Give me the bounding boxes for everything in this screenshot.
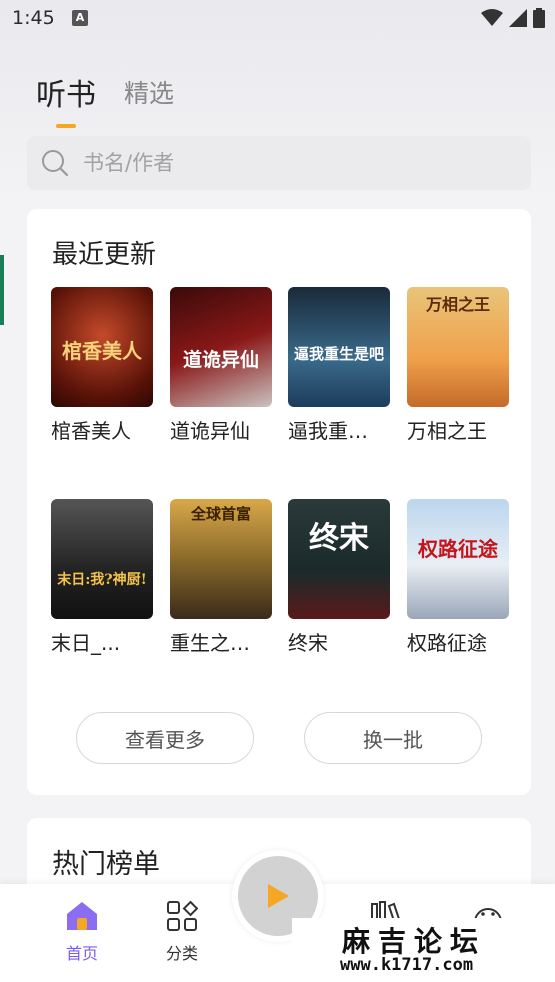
wifi-icon (481, 9, 503, 26)
status-icons (481, 8, 545, 28)
search-bar[interactable] (27, 136, 531, 190)
book-item[interactable]: 权路征途 权路征途 (407, 499, 509, 656)
book-cover[interactable]: 终宋 (288, 499, 390, 619)
watermark-name: 麻吉论坛 (342, 925, 487, 958)
cover-title-text: 万相之王 (425, 295, 490, 314)
cover-title-text: 逼我重生是吧 (293, 345, 384, 363)
book-title: 重生之… (170, 631, 250, 655)
book-item[interactable]: 逼我重生是吧 逼我重… (288, 287, 390, 444)
cover-title-text: 道诡异仙 (182, 349, 259, 371)
nav-category[interactable]: 分类 (152, 900, 212, 964)
nav-category-label: 分类 (165, 944, 198, 963)
cover-title-text: 权路征途 (418, 537, 498, 561)
nav-home[interactable]: 首页 (52, 900, 112, 964)
play-icon (268, 884, 289, 908)
recent-updates-card: 最近更新 棺香美人 棺香美人 道诡异仙 道诡异仙 逼我重生是吧 逼我重… 万相之… (27, 209, 531, 795)
signal-icon (509, 9, 527, 27)
book-title: 万相之王 (407, 419, 487, 443)
book-cover[interactable]: 逼我重生是吧 (288, 287, 390, 407)
cover-title-text: 终宋 (309, 521, 369, 556)
side-accent (0, 255, 4, 325)
status-time: 1:45 (12, 7, 55, 29)
book-item[interactable]: 全球首富 重生之… (170, 499, 272, 656)
book-cover[interactable]: 万相之王 (407, 287, 509, 407)
book-title: 道诡异仙 (170, 419, 250, 443)
cover-title-text: 棺香美人 (62, 339, 142, 363)
search-input[interactable] (83, 151, 483, 175)
home-icon (67, 902, 97, 930)
book-item[interactable]: 棺香美人 棺香美人 (51, 287, 153, 444)
cover-title-text: 末日:我?神厨! (57, 572, 147, 588)
book-title: 终宋 (288, 631, 328, 655)
book-cover[interactable]: 末日:我?神厨! (51, 499, 153, 619)
book-cover[interactable]: 棺香美人 (51, 287, 153, 407)
book-title: 棺香美人 (51, 419, 131, 443)
nav-home-label: 首页 (65, 944, 98, 963)
category-grid-icon (167, 900, 199, 931)
watermark-url: www.k1717.com (340, 955, 474, 975)
battery-icon (533, 8, 545, 28)
cover-title-text: 全球首富 (190, 505, 251, 523)
book-item[interactable]: 道诡异仙 道诡异仙 (170, 287, 272, 444)
book-cover[interactable]: 道诡异仙 (170, 287, 272, 407)
notification-icon: A (72, 10, 88, 26)
tab-listen-label: 听书 (36, 78, 96, 113)
header-tabs: 听书 精选 (36, 70, 174, 128)
book-item[interactable]: 末日:我?神厨! 末日_... (51, 499, 153, 656)
tab-featured-label: 精选 (124, 79, 175, 108)
tab-featured[interactable]: 精选 (124, 74, 174, 122)
book-cover[interactable]: 全球首富 (170, 499, 272, 619)
tab-listen[interactable]: 听书 (36, 70, 96, 128)
watermark: 麻吉论坛 www.k1717.com (292, 918, 555, 982)
book-item[interactable]: 万相之王 万相之王 (407, 287, 509, 444)
book-item[interactable]: 终宋 终宋 (288, 499, 390, 656)
recent-updates-title: 最近更新 (52, 240, 157, 270)
book-title: 权路征途 (407, 631, 487, 655)
tab-active-indicator (56, 124, 76, 128)
hot-list-title: 热门榜单 (52, 849, 160, 880)
refresh-batch-button[interactable]: 换一批 (304, 712, 482, 764)
app-screen: 1:45 A 听书 精选 最近更新 棺香美人 棺香美 (0, 0, 555, 982)
status-bar: 1:45 A (0, 0, 555, 38)
book-cover[interactable]: 权路征途 (407, 499, 509, 619)
view-more-button[interactable]: 查看更多 (76, 712, 254, 764)
search-icon (42, 150, 69, 177)
book-title: 末日_... (51, 631, 121, 655)
book-title: 逼我重… (288, 419, 368, 443)
